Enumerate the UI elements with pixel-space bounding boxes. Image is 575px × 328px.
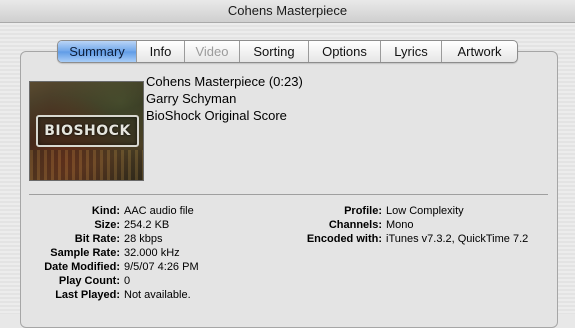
tab-info[interactable]: Info bbox=[136, 41, 184, 62]
detail-value: Mono bbox=[386, 219, 414, 231]
bioshock-logo: BIOSHOCK bbox=[36, 115, 139, 147]
detail-label: Play Count: bbox=[58, 275, 120, 287]
tab-lyrics[interactable]: Lyrics bbox=[380, 41, 441, 62]
tab-video: Video bbox=[184, 41, 239, 62]
details-left: Kind: AAC audio file Size: 254.2 KB Bit … bbox=[0, 204, 199, 302]
detail-label: Last Played: bbox=[55, 289, 120, 301]
detail-value: AAC audio file bbox=[124, 205, 194, 217]
tab-options[interactable]: Options bbox=[308, 41, 380, 62]
detail-row-channels: Channels: Mono bbox=[230, 218, 528, 232]
track-artist: Garry Schyman bbox=[146, 91, 237, 106]
detail-value: iTunes v7.3.2, QuickTime 7.2 bbox=[386, 233, 529, 245]
section-divider bbox=[29, 194, 548, 195]
detail-label: Profile: bbox=[344, 205, 382, 217]
detail-row-profile: Profile: Low Complexity bbox=[230, 204, 528, 218]
detail-label: Date Modified: bbox=[44, 261, 120, 273]
detail-value: Not available. bbox=[124, 289, 191, 301]
detail-row-bit-rate: Bit Rate: 28 kbps bbox=[0, 232, 199, 246]
window-title-bar: Cohens Masterpiece bbox=[0, 0, 575, 23]
detail-value: Low Complexity bbox=[386, 205, 464, 217]
track-summary: Cohens Masterpiece (0:23) Garry Schyman … bbox=[146, 73, 303, 124]
detail-row-date-modified: Date Modified: 9/5/07 4:26 PM bbox=[0, 260, 199, 274]
track-title: Cohens Masterpiece (0:23) bbox=[146, 74, 303, 89]
artwork-texture bbox=[30, 150, 143, 180]
detail-row-last-played: Last Played: Not available. bbox=[0, 288, 199, 302]
detail-label: Bit Rate: bbox=[74, 233, 120, 245]
detail-row-size: Size: 254.2 KB bbox=[0, 218, 199, 232]
detail-value: 28 kbps bbox=[124, 233, 163, 245]
bioshock-logo-text: BIOSHOCK bbox=[44, 123, 131, 139]
detail-row-encoded-with: Encoded with: iTunes v7.3.2, QuickTime 7… bbox=[230, 232, 528, 246]
detail-label: Channels: bbox=[328, 219, 382, 231]
detail-label: Kind: bbox=[91, 205, 120, 217]
album-artwork: BIOSHOCK bbox=[29, 81, 144, 181]
detail-label: Size: bbox=[94, 219, 120, 231]
tab-artwork[interactable]: Artwork bbox=[441, 41, 517, 62]
window-title: Cohens Masterpiece bbox=[227, 3, 348, 18]
detail-value: 32.000 kHz bbox=[124, 247, 180, 259]
detail-value: 254.2 KB bbox=[124, 219, 170, 231]
detail-label: Sample Rate: bbox=[50, 247, 120, 259]
tab-bar: Summary Info Video Sorting Options Lyric… bbox=[57, 40, 518, 63]
detail-value: 0 bbox=[124, 275, 131, 287]
detail-row-sample-rate: Sample Rate: 32.000 kHz bbox=[0, 246, 199, 260]
tab-summary[interactable]: Summary bbox=[58, 41, 136, 62]
detail-row-play-count: Play Count: 0 bbox=[0, 274, 199, 288]
detail-value: 9/5/07 4:26 PM bbox=[124, 261, 199, 273]
tab-sorting[interactable]: Sorting bbox=[239, 41, 308, 62]
detail-row-kind: Kind: AAC audio file bbox=[0, 204, 199, 218]
track-album: BioShock Original Score bbox=[146, 108, 287, 123]
detail-label: Encoded with: bbox=[306, 233, 382, 245]
details-right: Profile: Low Complexity Channels: Mono E… bbox=[230, 204, 528, 246]
